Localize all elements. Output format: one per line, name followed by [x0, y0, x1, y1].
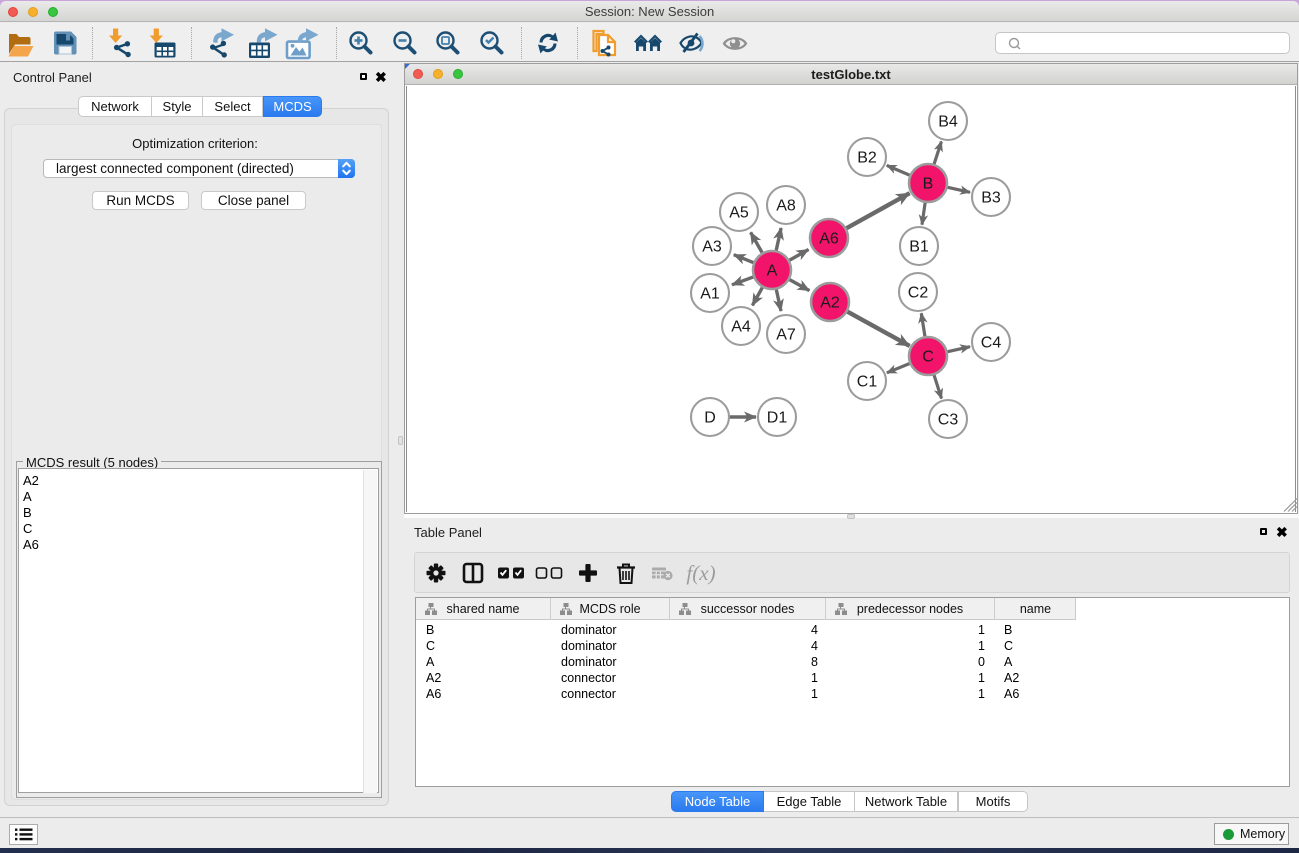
svg-text:C3: C3 [938, 412, 959, 429]
svg-text:A8: A8 [776, 198, 796, 215]
svg-text:B: B [923, 176, 934, 193]
svg-text:A: A [767, 263, 778, 280]
svg-text:A7: A7 [776, 327, 796, 344]
svg-text:C4: C4 [981, 335, 1002, 352]
svg-text:C2: C2 [908, 285, 929, 302]
svg-text:D: D [704, 410, 716, 427]
svg-text:C1: C1 [857, 374, 878, 391]
svg-text:A1: A1 [700, 286, 720, 303]
svg-text:A4: A4 [731, 319, 751, 336]
svg-text:A2: A2 [820, 295, 840, 312]
svg-text:C: C [922, 349, 934, 366]
svg-text:A6: A6 [819, 231, 839, 248]
svg-text:f(x): f(x) [686, 561, 715, 585]
svg-text:B2: B2 [857, 150, 877, 167]
svg-text:B1: B1 [909, 239, 929, 256]
svg-text:B3: B3 [981, 190, 1001, 207]
svg-text:A5: A5 [729, 205, 749, 222]
svg-text:B4: B4 [938, 114, 958, 131]
svg-text:D1: D1 [767, 410, 788, 427]
svg-text:A3: A3 [702, 239, 722, 256]
